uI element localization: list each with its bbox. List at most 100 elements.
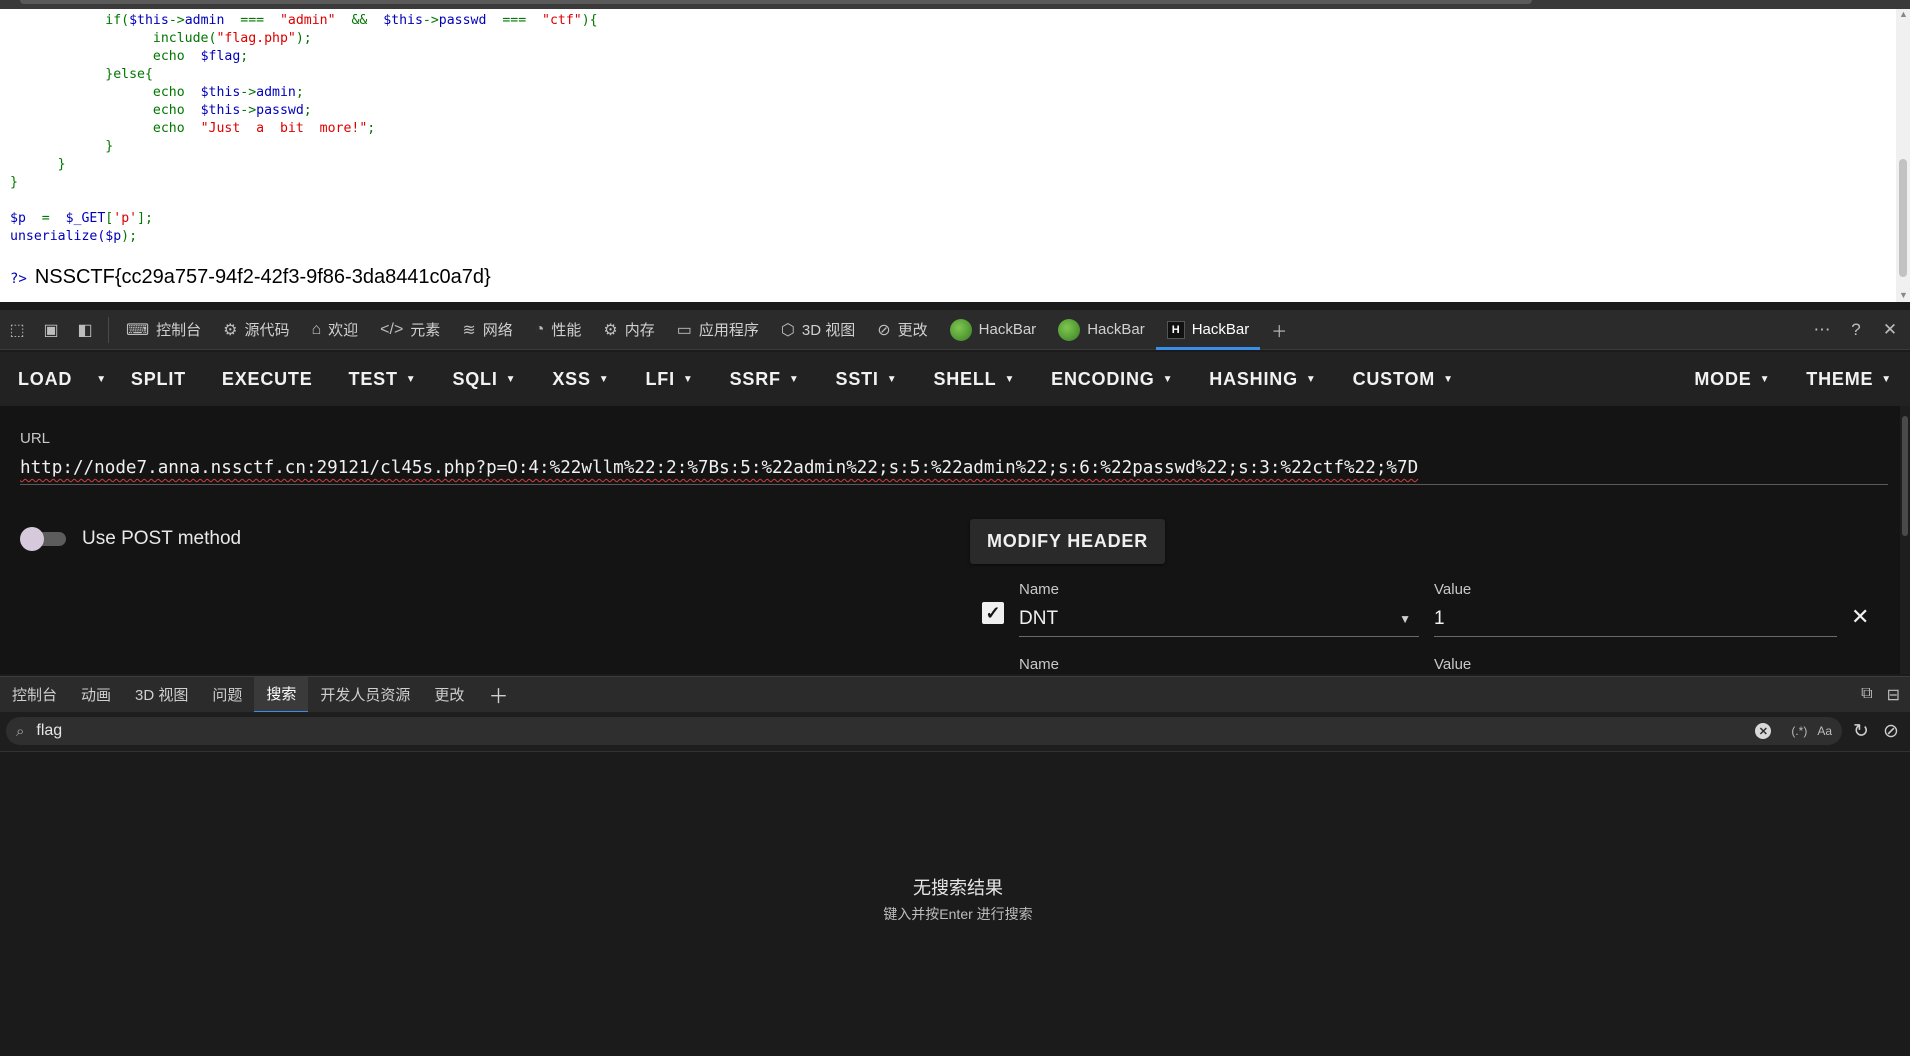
button-label: HASHING [1209,368,1298,389]
hackbar-toolbar: LOAD ▼ SPLIT EXECUTE TEST ▼ SQLI ▼ XSS ▼ LFI ▼ SSRF ▼… [0,352,1910,406]
bug-icon: ⚙ [223,321,238,339]
code-line: } [10,138,598,156]
tab-3d-view[interactable]: ⬡ 3D 视图 [770,310,866,350]
code-token: "ctf" [542,13,582,28]
match-case-toggle[interactable]: Aa [1817,724,1832,738]
theme-button[interactable]: THEME ▼ [1788,352,1910,406]
code-line: $p = $_GET['p']; [10,210,598,228]
device-emulation-icon[interactable]: ▣ [34,310,68,350]
xss-button[interactable]: XSS ▼ [534,352,627,406]
tab-application[interactable]: ▭ 应用程序 [666,310,770,350]
url-input[interactable]: http://node7.anna.nssctf.cn:29121/cl45s.… [20,458,1888,485]
post-method-toggle[interactable] [20,526,68,551]
lfi-button[interactable]: LFI ▼ [627,352,711,406]
code-token: echo [152,49,201,64]
inspect-element-icon[interactable]: ⬚ [0,310,34,350]
code-line: echo "Just a bit more!"; [10,120,598,138]
toggle-sidebar-icon[interactable]: ◧ [68,310,102,350]
tab-console[interactable]: ⌨ 控制台 [115,310,212,350]
tab-network[interactable]: ≋ 网络 [451,310,523,350]
regex-toggle[interactable]: (.*) [1791,724,1807,738]
ssti-button[interactable]: SSTI ▼ [818,352,916,406]
tab-sources[interactable]: ⚙ 源代码 [212,310,300,350]
page-scrollbar[interactable]: ▲ ▼ [1896,9,1910,302]
hashing-button[interactable]: HASHING ▼ [1191,352,1334,406]
page-viewport: if($this->admin === "admin" && $this->pa… [0,0,1910,302]
code-token: $p [105,229,122,244]
close-drawer-icon[interactable]: ⊟ [1887,685,1900,705]
button-label: ENCODING [1051,368,1155,389]
post-method-label: Use POST method [82,528,242,549]
tab-welcome[interactable]: ⌂ 欢迎 [300,310,369,350]
app-icon: ▭ [676,321,692,339]
scroll-up-icon[interactable]: ▲ [1899,9,1908,19]
dock-icon[interactable]: ⧉ [1861,685,1872,705]
refresh-icon[interactable]: ↻ [1853,720,1869,743]
tab-hackbar-1[interactable]: HackBar [939,310,1048,350]
code-token: ; [295,85,304,100]
drawer-tab[interactable]: 动画 [69,677,123,713]
custom-button[interactable]: CUSTOM ▼ [1335,352,1472,406]
no-results-text: 无搜索结果 [913,878,1003,898]
load-button[interactable]: LOAD [0,352,90,406]
more-icon[interactable]: ⋯ [1810,320,1834,340]
code-token: if( [105,13,130,28]
drawer-tab[interactable]: 开发人员资源 [308,677,422,713]
drawer-tab[interactable]: 搜索 [254,676,309,713]
tab-label: 网络 [482,322,513,339]
code-token: === [224,13,280,28]
caret-down-icon: ▼ [1004,373,1016,385]
tab-hackbar-3[interactable]: H HackBar [1155,310,1261,350]
header-value-input[interactable]: 1 [1434,608,1837,637]
tab-hackbar-2[interactable]: HackBar [1047,310,1156,350]
tab-performance[interactable]: ◔ 性能 [524,310,593,350]
drawer-tab[interactable]: 问题 [200,677,254,713]
encoding-button[interactable]: ENCODING ▼ [1033,352,1191,406]
add-tab-button[interactable]: ＋ [1260,310,1298,350]
header-name-label: Name [1019,581,1060,598]
mode-button[interactable]: MODE ▼ [1676,352,1788,406]
delete-header-icon[interactable]: ✕ [1851,604,1869,630]
code-token: passwd [438,13,487,28]
caret-down-icon: ▼ [788,373,800,385]
clear-search-icon[interactable]: ✕ [1755,723,1772,739]
drawer-tab[interactable]: 更改 [422,677,476,713]
hackbar-scroll-thumb[interactable] [1902,416,1908,536]
load-options-dropdown[interactable]: ▼ [90,352,113,406]
page-scroll-thumb[interactable] [1899,159,1907,277]
help-icon[interactable]: ? [1844,320,1868,340]
drawer-add-tab-button[interactable]: ＋ [476,677,520,713]
ssrf-button[interactable]: SSRF ▼ [712,352,818,406]
close-devtools-icon[interactable]: ✕ [1878,320,1902,340]
header-name-select[interactable]: DNT ▼ [1019,608,1419,637]
code-token: -> [422,13,439,28]
execute-button[interactable]: EXECUTE [204,352,331,406]
dropdown-arrow-icon[interactable]: ▼ [1399,612,1411,626]
code-token: $this [383,13,423,28]
clear-results-icon[interactable]: ⊘ [1883,720,1899,743]
hackbar-scrollbar[interactable] [1900,406,1910,674]
scroll-down-icon[interactable]: ▼ [1899,290,1908,300]
tab-label: 性能 [551,322,582,339]
drawer-tab[interactable]: 控制台 [0,677,69,713]
drawer-tab[interactable]: 3D 视图 [123,677,200,713]
shell-button[interactable]: SHELL ▼ [915,352,1033,406]
caret-down-icon: ▼ [1881,373,1892,385]
modify-header-button[interactable]: MODIFY HEADER [970,519,1165,564]
code-token: passwd [256,103,304,118]
tab-label: 控制台 [156,322,202,339]
chip-icon: ⚙ [603,321,618,339]
sqli-button[interactable]: SQLI ▼ [434,352,534,406]
hackbar-green-icon [1058,318,1081,341]
tab-changes[interactable]: ⊘ 更改 [866,310,938,350]
split-button[interactable]: SPLIT [113,352,204,406]
test-button[interactable]: TEST ▼ [331,352,435,406]
tab-label: 内存 [624,322,655,339]
tab-elements[interactable]: </> 元素 [369,310,451,350]
tab-memory[interactable]: ⚙ 内存 [592,310,665,350]
code-token: ); [121,229,138,244]
header-enabled-checkbox[interactable]: ✓ [982,602,1004,624]
search-input[interactable]: ⌕ flag ✕ (.*) Aa [6,717,1842,745]
code-token: $p [10,211,26,226]
code-token: "flag.php" [216,31,296,46]
